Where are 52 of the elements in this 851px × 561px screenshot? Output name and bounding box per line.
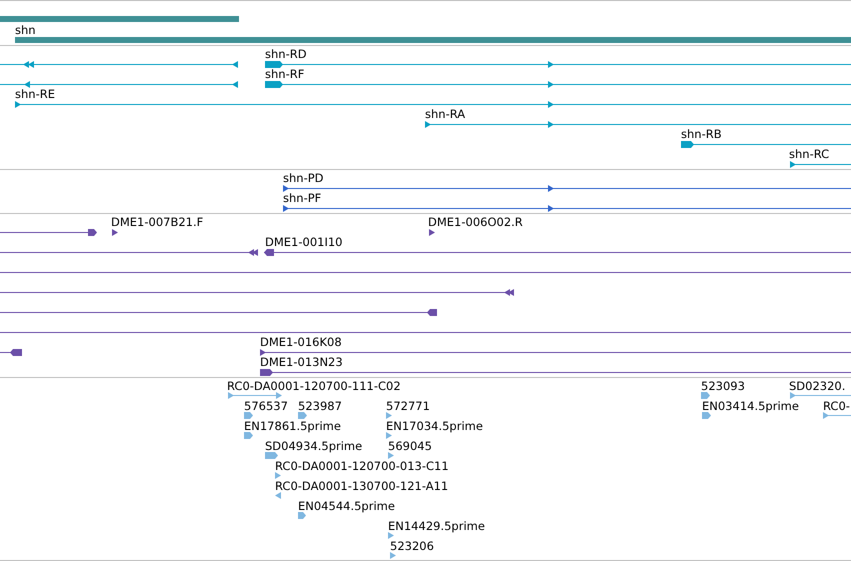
feature-label: 576537 (244, 399, 288, 413)
feature-label: shn-RA (425, 107, 466, 121)
feature-label: 523987 (298, 399, 342, 413)
clone-glyph (112, 229, 118, 236)
feature-label: 569045 (388, 439, 432, 453)
feature-label: DME1-001I10 (265, 235, 342, 249)
est-glyph (388, 452, 394, 459)
est-glyph (790, 392, 851, 399)
feature-label: 572771 (386, 399, 430, 413)
feature-label: shn-RE (15, 87, 55, 101)
est-glyph (244, 432, 253, 439)
feature-label: EN17034.5prime (386, 419, 483, 433)
feature-label: SD04934.5prime (265, 439, 362, 453)
feature-label: shn-RB (681, 127, 722, 141)
feature-label: RC0-DA0001-120700-111-C02 (227, 379, 401, 393)
est-glyph (275, 472, 281, 479)
feature-label: 523206 (390, 539, 434, 553)
feature-label: RC0-DA0001-120700-013-C11 (275, 459, 449, 473)
est-glyph (298, 512, 306, 519)
feature-label: EN14429.5prime (388, 519, 485, 533)
est-glyph (701, 392, 710, 399)
feature-label: DME1-006O02.R (428, 215, 523, 229)
feature-label: DME1-016K08 (260, 335, 342, 349)
clone-glyph (0, 349, 22, 356)
est-glyph (298, 412, 307, 419)
clone-glyph (429, 229, 435, 236)
feature-label: EN03414.5prime (702, 399, 799, 413)
feature-label: EN04544.5prime (298, 499, 395, 513)
est-glyph (823, 412, 851, 419)
feature-label: RC0-DA0001-130700-121-A11 (275, 479, 448, 493)
est-glyph (244, 412, 253, 419)
feature-label: shn-RF (265, 67, 304, 81)
transcript-glyph (790, 161, 851, 168)
feature-label: DME1-013N23 (260, 355, 343, 369)
est-glyph (386, 412, 392, 419)
est-glyph (388, 532, 394, 539)
feature-label: EN17861.5prime (244, 419, 341, 433)
feature-label: DME1-007B21.F (111, 215, 204, 229)
feature-label: shn-PF (283, 191, 322, 205)
est-glyph (265, 452, 278, 459)
feature-label: 523093 (701, 379, 745, 393)
est-glyph (228, 392, 282, 399)
est-glyph (386, 432, 392, 439)
feature-label: RC0- (823, 399, 850, 413)
est-glyph (275, 492, 281, 499)
feature-label: SD02320. (789, 379, 846, 393)
feature-label: shn (15, 23, 36, 37)
feature-label: shn-RC (789, 147, 830, 161)
est-glyph (702, 412, 711, 419)
feature-label: shn-PD (283, 171, 324, 185)
est-glyph (390, 552, 396, 559)
feature-label: shn-RD (265, 47, 307, 61)
